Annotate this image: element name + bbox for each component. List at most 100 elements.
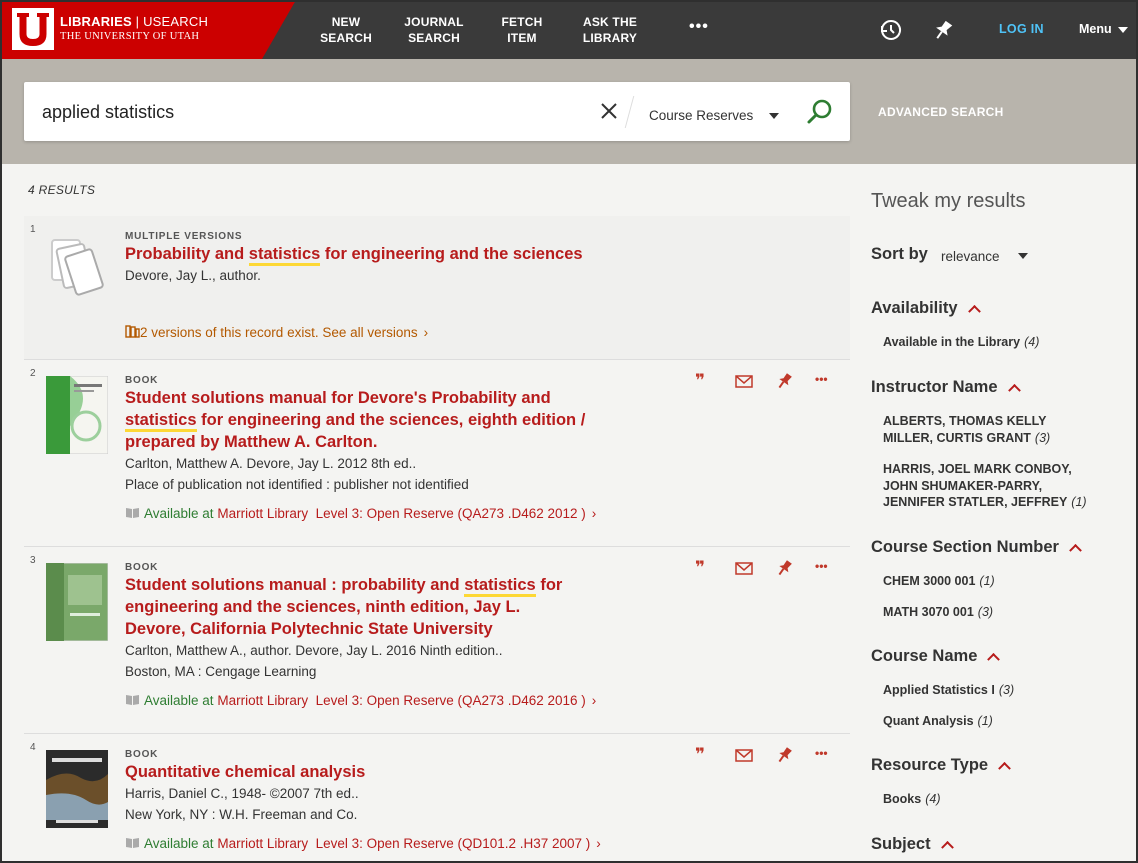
- cite-icon[interactable]: ❞: [695, 559, 713, 577]
- facet-label: Available in the Library: [883, 335, 1021, 349]
- sort-select[interactable]: relevance: [941, 249, 1000, 264]
- availability-status: Available at: [144, 836, 214, 851]
- facet-title: Instructor Name: [871, 378, 998, 396]
- cite-icon[interactable]: ❞: [695, 746, 713, 764]
- chevron-down-icon[interactable]: [769, 113, 779, 119]
- pin-icon[interactable]: [775, 746, 793, 764]
- versions-text: 2 versions of this record exist. See all…: [140, 325, 418, 340]
- result-actions: ❞ •••: [695, 372, 835, 392]
- nav-label: SEARCH: [408, 31, 460, 45]
- result-item: 4 ❞ ••• BOOK Quantitative chemical analy…: [24, 734, 850, 863]
- search-input[interactable]: [42, 98, 582, 126]
- facet-label: Quant Analysis: [883, 714, 974, 728]
- facet-count: (4): [1024, 335, 1040, 349]
- chevron-right-icon: ›: [591, 506, 597, 521]
- advanced-search-link[interactable]: ADVANCED SEARCH: [878, 105, 1004, 119]
- book-cover-image[interactable]: [46, 750, 108, 828]
- university-u-logo-icon: [12, 8, 54, 50]
- book-cover-image[interactable]: [46, 563, 108, 641]
- facet-item[interactable]: Available in the Library (4): [883, 334, 1113, 351]
- history-icon[interactable]: [878, 18, 902, 42]
- facet-count: (1): [979, 574, 995, 588]
- brand-block[interactable]: LIBRARIES | USEARCH THE UNIVERSITY OF UT…: [0, 0, 296, 59]
- facet-resource-type-header[interactable]: Resource Type: [871, 756, 1011, 775]
- cite-icon[interactable]: ❞: [695, 372, 713, 390]
- facet-subject-header[interactable]: Subject: [871, 835, 954, 854]
- facet-course-section-header[interactable]: Course Section Number: [871, 538, 1082, 557]
- nav-new-search[interactable]: NEW SEARCH: [320, 14, 372, 46]
- search-icon[interactable]: [806, 98, 834, 126]
- result-type: MULTIPLE VERSIONS: [125, 231, 243, 242]
- pin-icon[interactable]: [775, 372, 793, 390]
- facet-label: ALBERTS, THOMAS KELLY MILLER, CURTIS GRA…: [883, 414, 1047, 445]
- chevron-up-icon: [998, 761, 1011, 775]
- brand-subtitle: THE UNIVERSITY OF UTAH: [60, 31, 200, 42]
- pin-icon[interactable]: [775, 559, 793, 577]
- facet-item[interactable]: ALBERTS, THOMAS KELLY MILLER, CURTIS GRA…: [883, 413, 1063, 446]
- email-icon[interactable]: [735, 559, 753, 577]
- nav-label: FETCH: [501, 15, 543, 29]
- availability-link[interactable]: Available at Marriott Library Level 3: O…: [125, 836, 601, 851]
- facet-item[interactable]: Books (4): [883, 791, 1113, 808]
- facet-label: Applied Statistics I: [883, 683, 995, 697]
- search-scope-select[interactable]: Course Reserves: [649, 108, 753, 123]
- nav-ask-the-library[interactable]: ASK THE LIBRARY: [580, 14, 640, 46]
- facet-item[interactable]: Quant Analysis (1): [883, 713, 1113, 730]
- nav-fetch-item[interactable]: FETCH ITEM: [498, 14, 546, 46]
- book-open-icon: [126, 695, 139, 705]
- chevron-right-icon: ›: [423, 325, 429, 340]
- result-title-link[interactable]: Student solutions manual : probability a…: [125, 574, 585, 640]
- facet-availability-header[interactable]: Availability: [871, 299, 981, 318]
- facet-item[interactable]: HARRIS, JOEL MARK CONBOY, JOHN SHUMAKER-…: [883, 461, 1093, 511]
- nav-journal-search[interactable]: JOURNAL SEARCH: [402, 14, 466, 46]
- facet-title: Course Name: [871, 647, 978, 665]
- more-actions-icon[interactable]: •••: [815, 746, 833, 764]
- facet-title: Course Section Number: [871, 538, 1059, 556]
- facet-course-name-header[interactable]: Course Name: [871, 647, 1001, 666]
- result-title-link[interactable]: Probability and statistics for engineeri…: [125, 243, 725, 266]
- more-actions-icon[interactable]: •••: [815, 559, 833, 577]
- facet-label: HARRIS, JOEL MARK CONBOY, JOHN SHUMAKER-…: [883, 462, 1072, 509]
- result-author: Carlton, Matthew A. Devore, Jay L. 2012 …: [125, 456, 417, 471]
- chevron-down-icon[interactable]: [1018, 253, 1028, 259]
- result-title-link[interactable]: Quantitative chemical analysis: [125, 761, 625, 783]
- title-text: Student solutions manual : probability a…: [125, 576, 465, 594]
- result-actions: ❞ •••: [695, 746, 835, 766]
- login-link[interactable]: LOG IN: [999, 22, 1044, 36]
- chevron-right-icon: ›: [596, 836, 601, 851]
- result-author: Harris, Daniel C., 1948- ©2007 7th ed..: [125, 786, 359, 801]
- facet-label: CHEM 3000 001: [883, 574, 976, 588]
- versions-icon: [125, 325, 140, 338]
- result-publisher: New York, NY : W.H. Freeman and Co.: [125, 807, 358, 822]
- facet-count: (1): [977, 714, 993, 728]
- availability-link[interactable]: Available at Marriott Library Level 3: O…: [125, 506, 596, 521]
- chevron-up-icon: [987, 652, 1001, 666]
- result-publisher: Boston, MA : Cengage Learning: [125, 664, 317, 679]
- chevron-up-icon: [1069, 543, 1082, 557]
- availability-link[interactable]: Available at Marriott Library Level 3: O…: [125, 693, 596, 708]
- facet-item[interactable]: Applied Statistics I (3): [883, 682, 1113, 699]
- result-item: 1 MULTIPLE VERSIONS Probability and stat…: [24, 216, 850, 360]
- close-icon[interactable]: [598, 100, 620, 122]
- pin-icon[interactable]: [931, 18, 955, 42]
- facet-item[interactable]: MATH 3070 001 (3): [883, 604, 1113, 621]
- result-type: BOOK: [125, 749, 159, 760]
- see-all-versions-link[interactable]: 2 versions of this record exist. See all…: [125, 325, 428, 340]
- facet-instructor-header[interactable]: Instructor Name: [871, 378, 1021, 397]
- book-cover-image[interactable]: [46, 376, 108, 454]
- title-highlight: statistics: [464, 576, 536, 597]
- result-item: 2 ❞ ••• BOOK Student solutions manual fo…: [24, 360, 850, 547]
- email-icon[interactable]: [735, 372, 753, 390]
- nav-label: ASK THE: [582, 15, 638, 29]
- library-name: Marriott Library: [217, 836, 309, 851]
- facet-label: MATH 3070 001: [883, 605, 974, 619]
- facet-item[interactable]: CHEM 3000 001 (1): [883, 573, 1113, 590]
- more-options-button[interactable]: •••: [689, 18, 709, 36]
- email-icon[interactable]: [735, 746, 753, 764]
- menu-button[interactable]: Menu: [1079, 22, 1128, 36]
- more-actions-icon[interactable]: •••: [815, 372, 833, 390]
- nav-label: SEARCH: [320, 31, 372, 45]
- nav-label: NEW: [331, 15, 361, 29]
- chevron-up-icon: [967, 304, 981, 318]
- result-title-link[interactable]: Student solutions manual for Devore's Pr…: [125, 387, 615, 453]
